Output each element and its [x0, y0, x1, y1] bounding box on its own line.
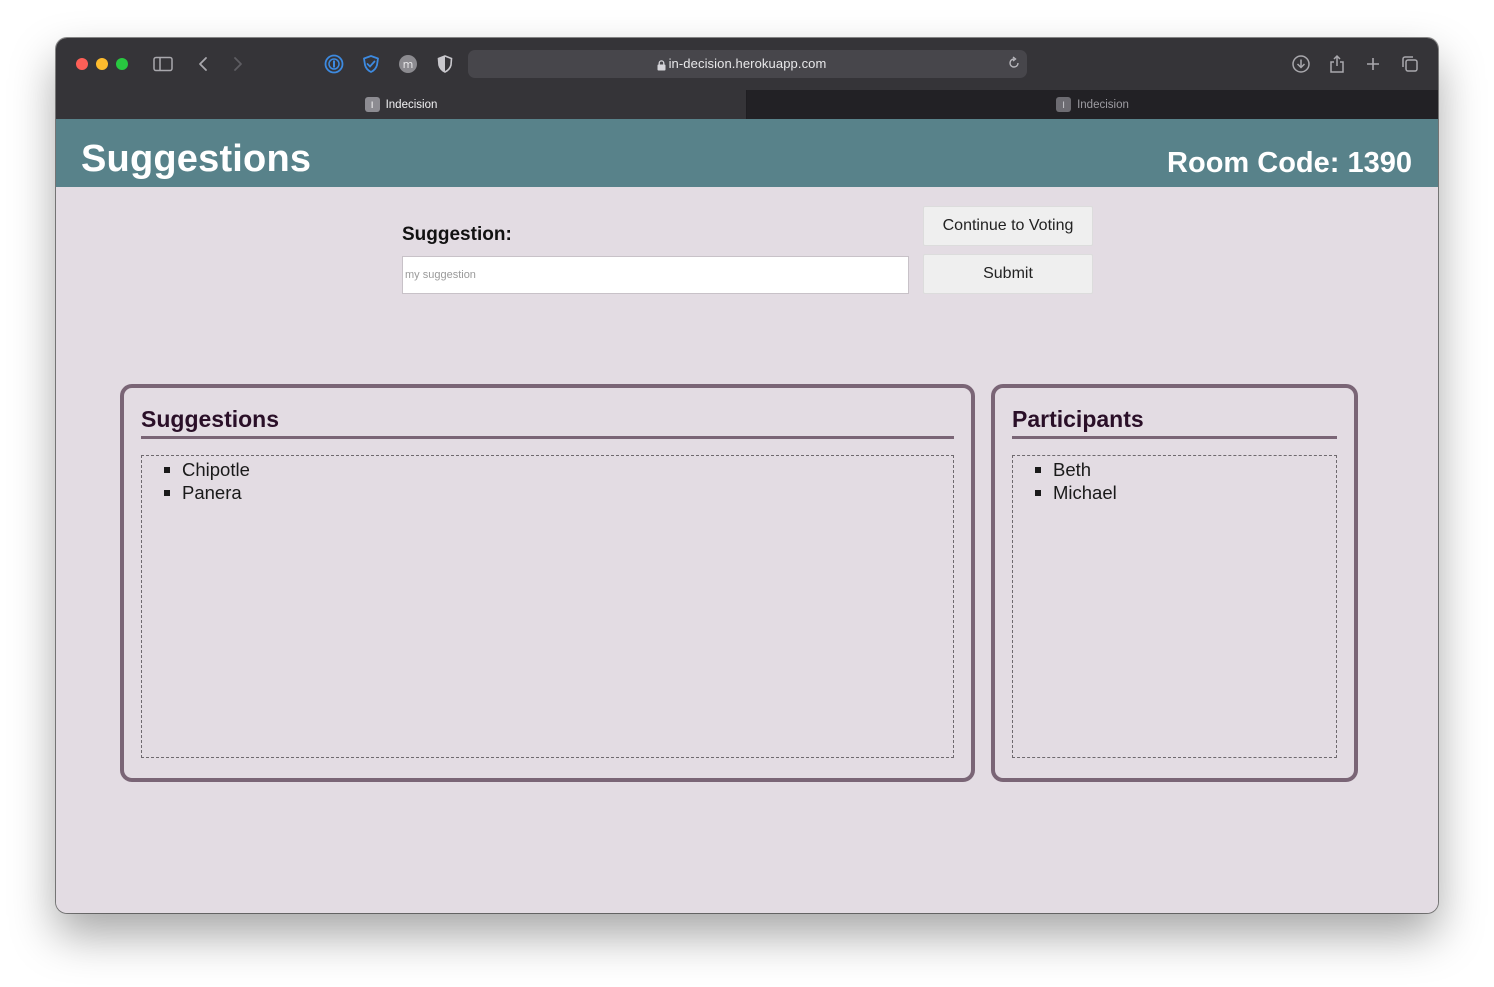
list-item: Beth — [1033, 458, 1336, 481]
list-item: Chipotle — [162, 458, 953, 481]
suggestions-heading: Suggestions — [141, 406, 954, 439]
suggestions-panel: Suggestions Chipotle Panera — [120, 384, 975, 782]
forward-icon[interactable] — [226, 52, 250, 76]
page-content: Suggestions Room Code: 1390 Suggestion: … — [56, 119, 1438, 913]
tab-bar: I Indecision I Indecision — [56, 90, 1438, 119]
tab-favicon: I — [364, 97, 380, 112]
new-tab-icon[interactable] — [1361, 52, 1385, 76]
suggestion-label: Suggestion: — [402, 224, 512, 245]
submit-button[interactable]: Submit — [923, 254, 1093, 294]
share-icon[interactable] — [1325, 52, 1349, 76]
continue-to-voting-button[interactable]: Continue to Voting — [923, 206, 1093, 246]
tab-indecision-inactive[interactable]: I Indecision — [747, 90, 1438, 119]
participants-panel: Participants Beth Michael — [991, 384, 1358, 782]
page-header: Suggestions Room Code: 1390 — [56, 119, 1438, 187]
shield-check-icon[interactable] — [359, 52, 383, 76]
tab-label: Indecision — [1077, 98, 1129, 111]
svg-text:m: m — [403, 58, 414, 71]
list-item: Panera — [162, 481, 953, 504]
tab-favicon: I — [1056, 97, 1072, 112]
address-bar[interactable]: in-decision.herokuapp.com — [468, 50, 1027, 78]
browser-window: m in-decision.herokuapp.com I Indecision… — [56, 38, 1438, 913]
downloads-icon[interactable] — [1289, 52, 1313, 76]
sidebar-toggle-icon[interactable] — [151, 52, 175, 76]
browser-toolbar: m in-decision.herokuapp.com — [56, 38, 1438, 90]
zoom-window-button[interactable] — [116, 58, 128, 70]
tab-indecision-active[interactable]: I Indecision — [56, 90, 746, 119]
suggestion-input[interactable] — [402, 256, 909, 294]
suggestions-list: Chipotle Panera — [141, 455, 954, 758]
page-title: Suggestions — [81, 138, 312, 180]
minimize-window-button[interactable] — [96, 58, 108, 70]
tab-overview-icon[interactable] — [1398, 52, 1422, 76]
close-window-button[interactable] — [76, 58, 88, 70]
participants-list: Beth Michael — [1012, 455, 1337, 758]
tab-label: Indecision — [385, 98, 438, 111]
profile-extension-icon[interactable]: m — [396, 52, 420, 76]
url-text: in-decision.herokuapp.com — [668, 56, 827, 71]
privacy-shield-icon[interactable] — [433, 52, 457, 76]
reload-icon[interactable] — [1007, 56, 1021, 75]
list-item: Michael — [1033, 481, 1336, 504]
participants-heading: Participants — [1012, 406, 1337, 439]
password-manager-icon[interactable] — [322, 52, 346, 76]
back-icon[interactable] — [191, 52, 215, 76]
room-code: Room Code: 1390 — [1167, 147, 1412, 179]
